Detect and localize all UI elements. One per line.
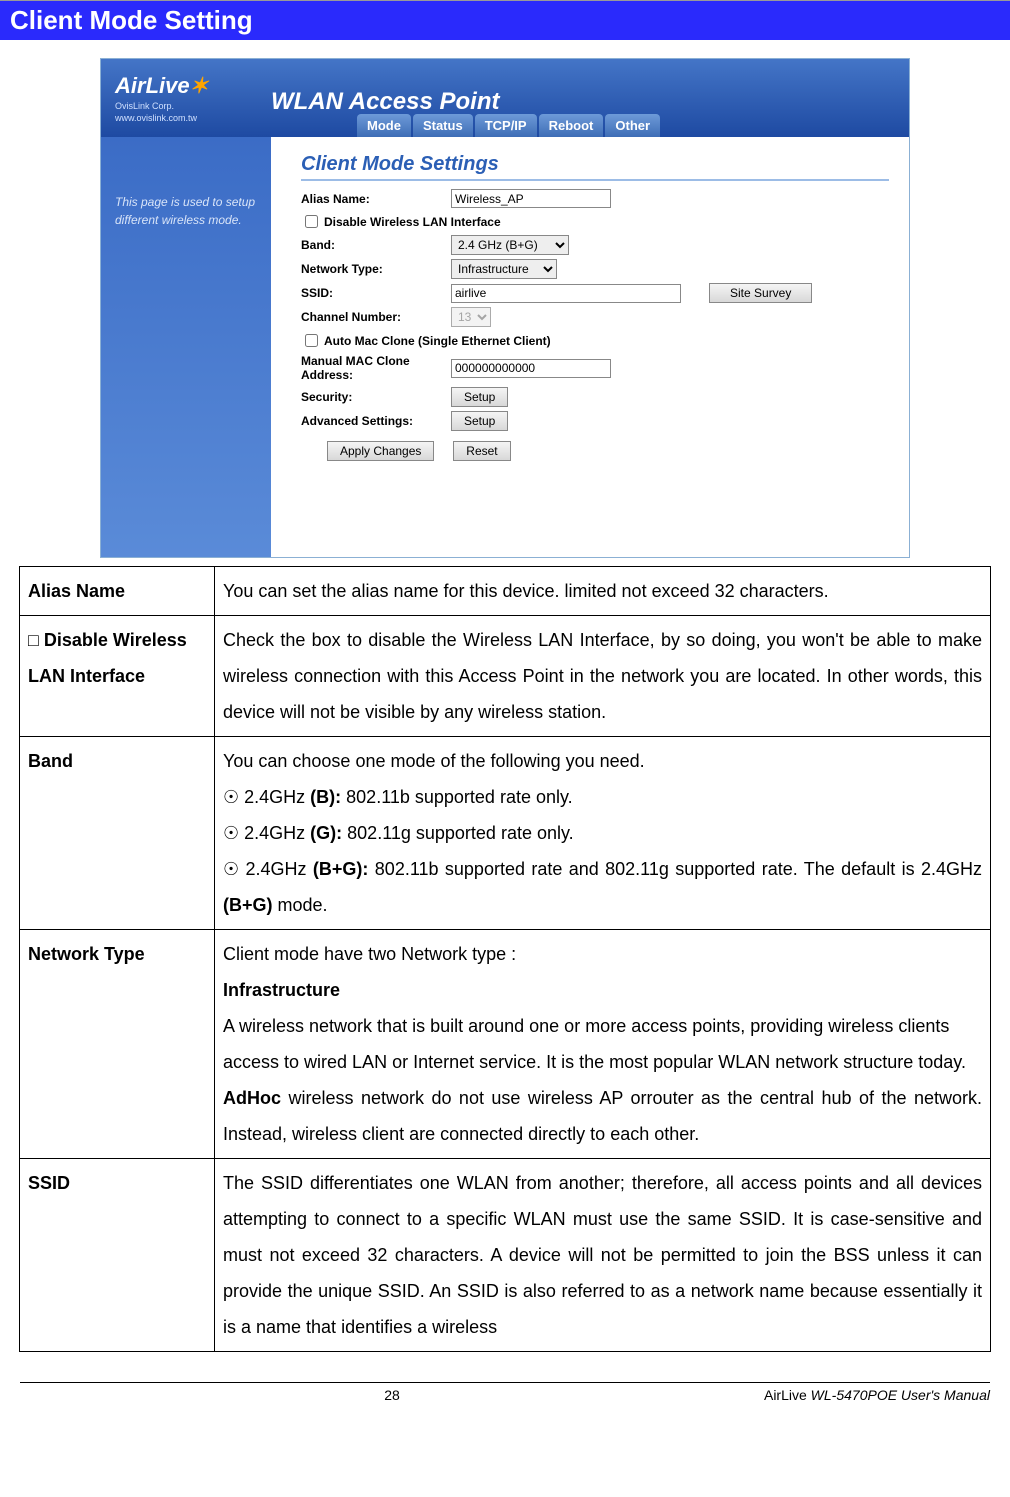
table-row: □ Disable Wireless LAN Interface Check t… [20,616,991,737]
logo-word-2: Live [146,73,190,98]
desc-label-disable-wlan-text: Disable Wireless LAN Interface [28,630,187,686]
footer-model: WL-5470POE User's Manual [811,1387,990,1403]
nettype-intro: Client mode have two Network type : [223,944,516,964]
disable-wlan-checkbox[interactable] [305,215,318,228]
table-row: Band You can choose one mode of the foll… [20,737,991,930]
bullet-icon: ☉ 2.4GHz [223,823,310,843]
ssid-label: SSID: [301,286,451,300]
table-row: Alias Name You can set the alias name fo… [20,567,991,616]
apply-changes-button[interactable]: Apply Changes [327,441,434,461]
page-title: Client Mode Setting [0,0,1010,40]
mac-clone-input[interactable] [451,359,611,378]
app-header: AirLive✶ OvisLink Corp. www.ovislink.com… [101,59,909,137]
form-actions: Apply Changes Reset [327,441,889,461]
security-label: Security: [301,390,451,404]
tab-other[interactable]: Other [605,114,660,137]
nav-tabs: Mode Status TCP/IP Reboot Other [357,114,662,137]
band-g-label: (G): [310,823,342,843]
band-bg-label: (B+G): [313,859,369,879]
desc-label-network-type: Network Type [20,930,215,1159]
tab-mode[interactable]: Mode [357,114,411,137]
footer-divider [20,1382,990,1383]
band-b-label: (B): [310,787,341,807]
logo-block: AirLive✶ OvisLink Corp. www.ovislink.com… [101,67,271,129]
desc-label-disable-wlan: □ Disable Wireless LAN Interface [20,616,215,737]
logo-dot-icon: ✶ [190,73,208,98]
row-channel: Channel Number: 13 [301,307,889,327]
reset-button[interactable]: Reset [453,441,510,461]
advanced-label: Advanced Settings: [301,414,451,428]
table-row: SSID The SSID differentiates one WLAN fr… [20,1159,991,1352]
logo-text: AirLive✶ [115,73,208,98]
embedded-screenshot: AirLive✶ OvisLink Corp. www.ovislink.com… [100,58,910,558]
app-window: AirLive✶ OvisLink Corp. www.ovislink.com… [100,58,910,558]
desc-label-alias: Alias Name [20,567,215,616]
page-footer: 28 AirLive WL-5470POE User's Manual [0,1387,1010,1413]
band-bg-text-2: mode. [273,895,328,915]
infrastructure-heading: Infrastructure [223,980,340,1000]
checkbox-icon: □ [28,630,44,650]
band-bg-text-1: 802.11b supported rate and 802.11g suppo… [368,859,982,879]
mac-clone-label: Manual MAC Clone Address: [301,354,451,383]
sidebar: This page is used to setup different wir… [101,137,271,557]
channel-select: 13 [451,307,491,327]
adhoc-text: wireless network do not use wireless AP … [223,1088,982,1144]
row-disable-wlan: Disable Wireless LAN Interface [301,212,889,231]
channel-label: Channel Number: [301,310,451,324]
security-setup-button[interactable]: Setup [451,387,508,407]
desc-text-band: You can choose one mode of the following… [215,737,991,930]
desc-label-ssid: SSID [20,1159,215,1352]
disable-wlan-label: Disable Wireless LAN Interface [324,215,501,229]
header-title: WLAN Access Point [271,80,909,116]
row-advanced: Advanced Settings: Setup [301,411,889,431]
tab-reboot[interactable]: Reboot [539,114,604,137]
row-band: Band: 2.4 GHz (B+G) [301,235,889,255]
adhoc-heading: AdHoc [223,1088,281,1108]
table-row: Network Type Client mode have two Networ… [20,930,991,1159]
desc-text-alias: You can set the alias name for this devi… [215,567,991,616]
row-ssid: SSID: Site Survey [301,283,889,303]
network-type-label: Network Type: [301,262,451,276]
band-g-text: 802.11g supported rate only. [342,823,574,843]
advanced-setup-button[interactable]: Setup [451,411,508,431]
alias-label: Alias Name: [301,192,451,206]
logo-subtitle-1: OvisLink Corp. [115,101,257,111]
band-bg-mode: (B+G) [223,895,273,915]
row-alias: Alias Name: [301,189,889,208]
row-mac-clone: Manual MAC Clone Address: [301,354,889,383]
band-intro: You can choose one mode of the following… [223,751,645,771]
auto-mac-clone-label: Auto Mac Clone (Single Ethernet Client) [324,334,551,348]
band-select[interactable]: 2.4 GHz (B+G) [451,235,569,255]
alias-input[interactable] [451,189,611,208]
page-number: 28 [384,1387,400,1403]
band-b-text: 802.11b supported rate only. [341,787,573,807]
tab-status[interactable]: Status [413,114,473,137]
row-network-type: Network Type: Infrastructure [301,259,889,279]
band-label: Band: [301,238,451,252]
network-type-select[interactable]: Infrastructure [451,259,557,279]
section-heading: Client Mode Settings [301,153,889,181]
tab-tcpip[interactable]: TCP/IP [475,114,537,137]
desc-text-network-type: Client mode have two Network type : Infr… [215,930,991,1159]
desc-label-band: Band [20,737,215,930]
bullet-icon: ☉ 2.4GHz [223,859,313,879]
row-security: Security: Setup [301,387,889,407]
auto-mac-clone-checkbox[interactable] [305,334,318,347]
description-table: Alias Name You can set the alias name fo… [19,566,991,1352]
app-body: This page is used to setup different wir… [101,137,909,557]
row-auto-mac-clone: Auto Mac Clone (Single Ethernet Client) [301,331,889,350]
logo-subtitle-2: www.ovislink.com.tw [115,113,257,123]
bullet-icon: ☉ 2.4GHz [223,787,310,807]
logo-word: Air [115,73,146,98]
footer-brand: AirLive [764,1387,811,1403]
sidebar-text: This page is used to setup different wir… [115,195,255,227]
desc-text-ssid: The SSID differentiates one WLAN from an… [215,1159,991,1352]
footer-product: AirLive WL-5470POE User's Manual [764,1387,990,1403]
site-survey-button[interactable]: Site Survey [709,283,812,303]
desc-text-disable-wlan: Check the box to disable the Wireless LA… [215,616,991,737]
content-area: Client Mode Settings Alias Name: Disable… [271,137,909,557]
infrastructure-text: A wireless network that is built around … [223,1016,966,1072]
ssid-input[interactable] [451,284,681,303]
